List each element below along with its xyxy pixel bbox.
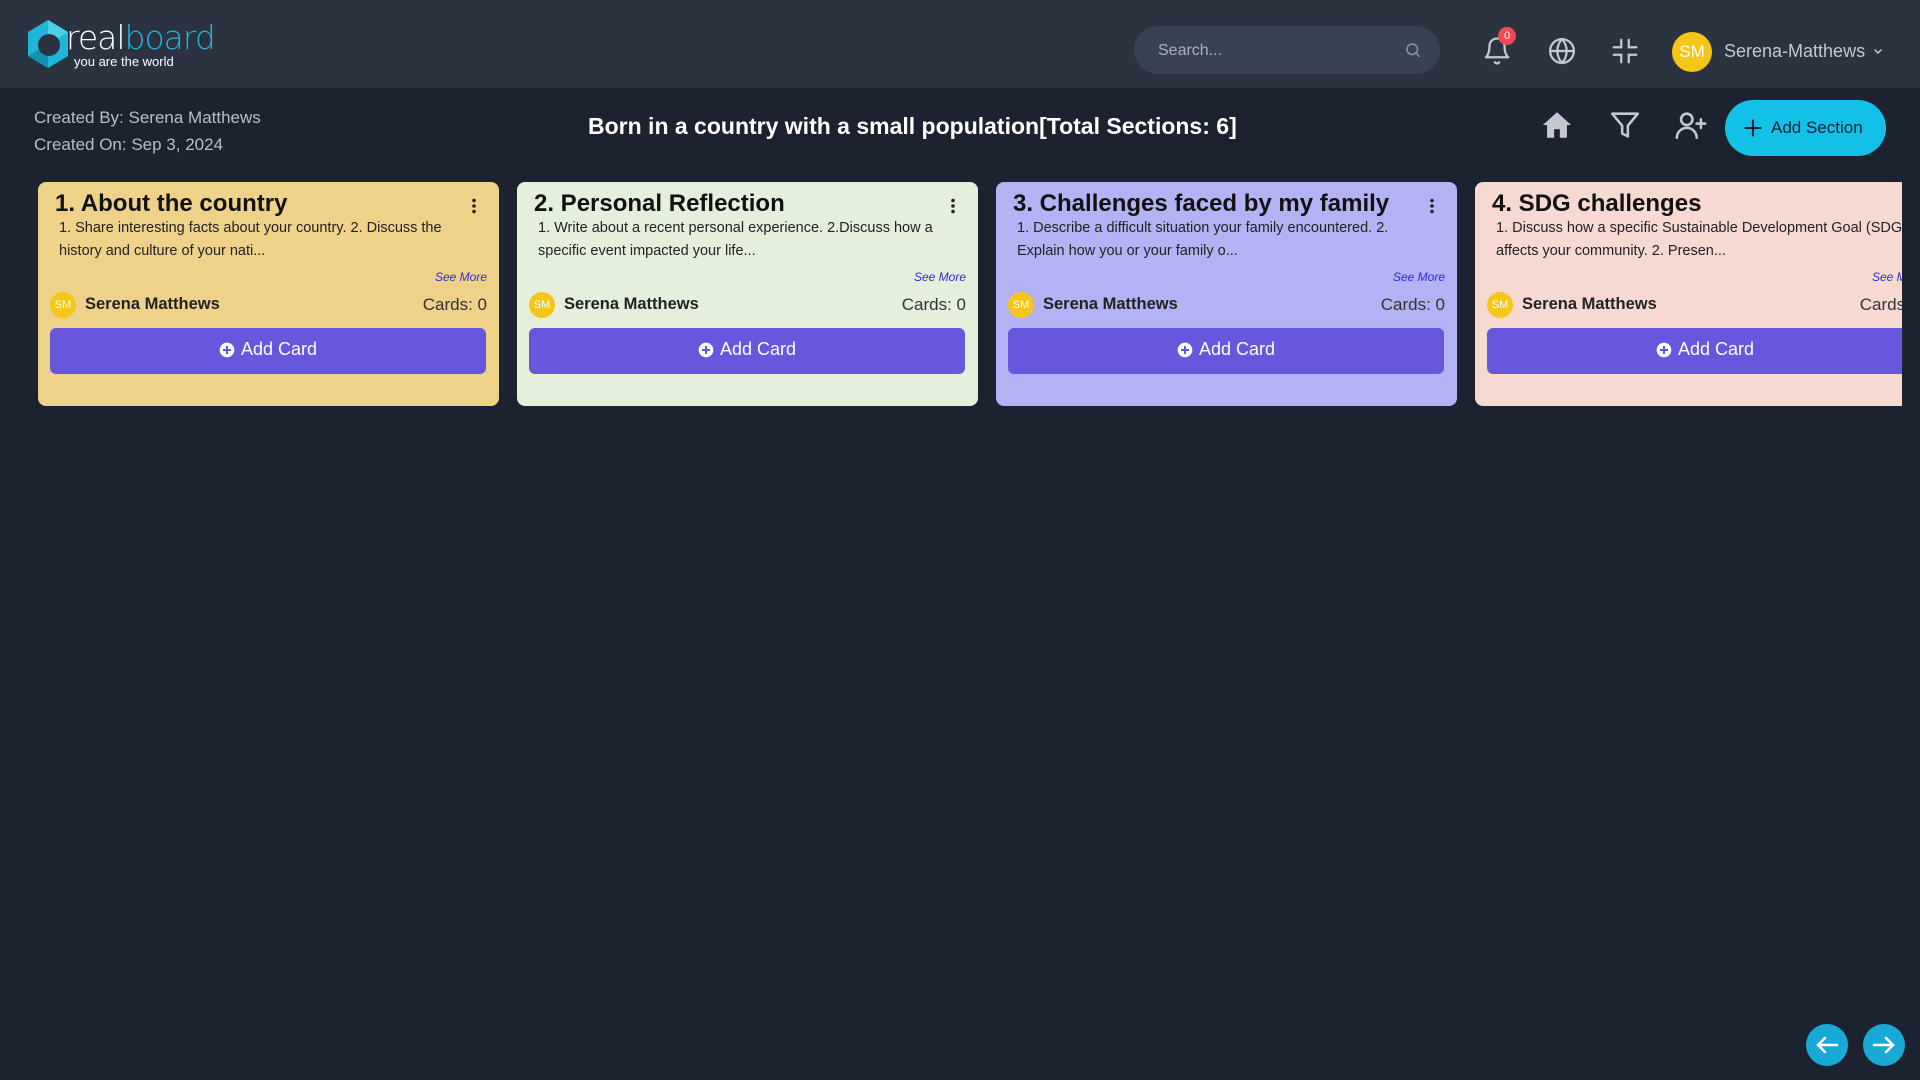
author-avatar: SM xyxy=(1008,292,1034,318)
see-more-link[interactable]: See More xyxy=(914,270,966,284)
home-icon[interactable] xyxy=(1540,108,1574,142)
section-author: Serena Matthews xyxy=(1043,295,1178,313)
kebab-menu-icon[interactable] xyxy=(471,198,477,214)
see-more-link[interactable]: See More xyxy=(435,270,487,284)
add-card-button[interactable]: Add Card xyxy=(1487,328,1902,374)
user-avatar: SM xyxy=(1672,32,1712,72)
sections-container: 1. About the country 1. Share interestin… xyxy=(0,182,1902,408)
section-title: 1. About the country xyxy=(55,190,288,217)
section-author: Serena Matthews xyxy=(564,295,699,313)
logo-word-board: board xyxy=(124,18,216,57)
logo-word-real: real xyxy=(66,18,126,57)
user-name: Serena-Matthews xyxy=(1724,41,1866,61)
section-card: 2. Personal Reflection 1. Write about a … xyxy=(517,182,978,406)
section-card-count: Cards: 0 xyxy=(1859,295,1902,314)
board-title: Born in a country with a small populatio… xyxy=(588,113,1237,139)
plus-circle-icon xyxy=(1177,342,1193,358)
author-avatar: SM xyxy=(50,292,76,318)
scroll-right-button[interactable] xyxy=(1863,1024,1905,1066)
section-description: 1. Describe a difficult situation your f… xyxy=(1017,220,1389,259)
add-card-label: Add Card xyxy=(1677,339,1755,360)
collapse-icon[interactable] xyxy=(1610,36,1640,66)
section-author: Serena Matthews xyxy=(85,295,220,313)
arrow-left-icon xyxy=(1816,1036,1839,1054)
search-input[interactable] xyxy=(1156,26,1400,76)
realboard-logo[interactable]: realboard you are the world xyxy=(22,16,216,72)
search-icon[interactable] xyxy=(1404,41,1422,59)
add-section-button[interactable]: Add Section xyxy=(1725,100,1886,156)
notification-count-badge: 0 xyxy=(1498,27,1516,45)
add-card-button[interactable]: Add Card xyxy=(529,328,965,374)
chevron-down-icon xyxy=(1873,48,1883,55)
globe-icon[interactable] xyxy=(1547,36,1577,66)
kebab-menu-icon[interactable] xyxy=(950,198,956,214)
section-title: 4. SDG challenges xyxy=(1492,190,1702,217)
top-navbar: realboard you are the world 0 SM Serena-… xyxy=(0,0,1920,88)
search-box[interactable] xyxy=(1134,26,1440,76)
see-more-link[interactable]: See More xyxy=(1393,270,1445,284)
see-more-link[interactable]: See More xyxy=(1872,270,1902,284)
kebab-menu-icon[interactable] xyxy=(1429,198,1435,214)
section-title: 3. Challenges faced by my family xyxy=(1013,190,1390,217)
add-card-label: Add Card xyxy=(1198,339,1276,360)
section-card-count: Cards: 0 xyxy=(1380,295,1445,314)
filter-icon[interactable] xyxy=(1608,108,1642,142)
author-avatar: SM xyxy=(1487,292,1513,318)
created-on: Created On: Sep 3, 2024 xyxy=(34,135,224,154)
section-description: 1. Discuss how a specific Sustainable De… xyxy=(1496,220,1902,259)
arrow-right-icon xyxy=(1872,1036,1895,1054)
board-meta: Created By: Serena Matthews Created On: … xyxy=(34,104,261,158)
section-card: 1. About the country 1. Share interestin… xyxy=(38,182,499,406)
add-card-label: Add Card xyxy=(240,339,318,360)
add-section-label: Add Section xyxy=(1771,118,1863,137)
author-avatar: SM xyxy=(529,292,555,318)
section-description: 1. Share interesting facts about your co… xyxy=(59,220,442,259)
section-author: Serena Matthews xyxy=(1522,295,1657,313)
section-title: 2. Personal Reflection xyxy=(534,190,785,217)
user-plus-icon[interactable] xyxy=(1674,108,1708,142)
add-card-button[interactable]: Add Card xyxy=(50,328,486,374)
add-card-label: Add Card xyxy=(719,339,797,360)
logo-wordmark: realboard xyxy=(66,18,216,57)
scroll-left-button[interactable] xyxy=(1806,1024,1848,1066)
section-card-count: Cards: 0 xyxy=(422,295,487,314)
plus-circle-icon xyxy=(1656,342,1672,358)
add-card-button[interactable]: Add Card xyxy=(1008,328,1444,374)
plus-circle-icon xyxy=(698,342,714,358)
section-card: 4. SDG challenges 1. Discuss how a speci… xyxy=(1475,182,1902,406)
logo-tagline: you are the world xyxy=(74,54,174,69)
plus-icon xyxy=(1744,119,1762,137)
section-card-count: Cards: 0 xyxy=(901,295,966,314)
plus-circle-icon xyxy=(219,342,235,358)
section-description: 1. Write about a recent personal experie… xyxy=(538,220,933,259)
created-by: Created By: Serena Matthews xyxy=(34,108,261,127)
section-card: 3. Challenges faced by my family 1. Desc… xyxy=(996,182,1457,406)
